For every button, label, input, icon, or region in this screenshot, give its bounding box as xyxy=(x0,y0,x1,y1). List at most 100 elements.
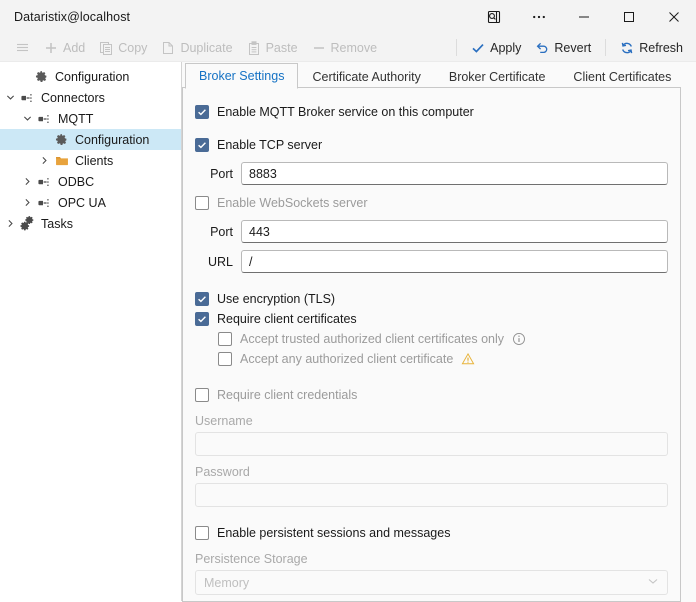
enable-persistence-checkbox[interactable] xyxy=(195,526,209,540)
use-tls-row[interactable]: Use encryption (TLS) xyxy=(195,289,668,309)
tab-broker-settings[interactable]: Broker Settings xyxy=(185,63,299,89)
remove-label: Remove xyxy=(330,40,378,55)
chevron-right-icon[interactable] xyxy=(36,156,52,165)
chevron-down-icon[interactable] xyxy=(19,114,35,123)
chevron-down-icon xyxy=(647,575,659,590)
copy-icon xyxy=(99,41,113,55)
tab-label: Client Certificates xyxy=(573,69,672,84)
password-input[interactable] xyxy=(195,483,668,507)
paste-icon xyxy=(247,40,261,55)
apply-label: Apply xyxy=(490,40,522,55)
tcp-port-row: Port xyxy=(195,162,668,185)
plug-icon xyxy=(35,196,54,210)
main-panel: Broker Settings Certificate Authority Br… xyxy=(182,62,696,602)
ws-port-row: Port xyxy=(195,220,668,243)
chevron-down-icon[interactable] xyxy=(2,93,18,102)
close-button[interactable] xyxy=(651,0,696,34)
persistence-storage-select[interactable]: Memory xyxy=(195,570,668,595)
copy-button[interactable]: Copy xyxy=(92,36,154,60)
chevron-right-icon[interactable] xyxy=(19,177,35,186)
refresh-icon xyxy=(620,41,634,55)
accept-any-checkbox[interactable] xyxy=(218,352,232,366)
ws-url-row: URL xyxy=(195,250,668,273)
enable-persistence-row[interactable]: Enable persistent sessions and messages xyxy=(195,523,668,543)
enable-tcp-row[interactable]: Enable TCP server xyxy=(195,135,668,155)
more-options-button[interactable] xyxy=(516,0,561,34)
minimize-button[interactable] xyxy=(561,0,606,34)
gear-icon xyxy=(52,133,71,146)
warning-icon[interactable] xyxy=(461,352,475,366)
require-client-certs-checkbox[interactable] xyxy=(195,312,209,326)
accept-trusted-only-label: Accept trusted authorized client certifi… xyxy=(240,332,505,346)
plug-icon xyxy=(35,175,54,189)
tasks-icon xyxy=(18,216,37,231)
tab-client-certificates[interactable]: Client Certificates xyxy=(559,63,685,89)
plus-icon xyxy=(44,41,58,55)
require-credentials-row[interactable]: Require client credentials xyxy=(195,385,668,405)
persistence-storage-value: Memory xyxy=(204,575,250,590)
require-client-certs-row[interactable]: Require client certificates xyxy=(195,309,668,329)
copy-label: Copy xyxy=(118,40,148,55)
add-button[interactable]: Add xyxy=(37,36,92,60)
enable-websockets-row[interactable]: Enable WebSockets server xyxy=(195,193,668,213)
tree-item-mqtt[interactable]: MQTT xyxy=(0,108,181,129)
tree-item-odbc[interactable]: ODBC xyxy=(0,171,181,192)
tab-certificate-authority[interactable]: Certificate Authority xyxy=(298,63,434,89)
accept-any-row[interactable]: Accept any authorized client certificate xyxy=(218,349,668,369)
enable-tcp-label: Enable TCP server xyxy=(217,138,323,152)
tree-item-configuration-root[interactable]: Configuration xyxy=(0,66,181,87)
tab-broker-certificate[interactable]: Broker Certificate xyxy=(435,63,560,89)
panel-scroll-gutter[interactable] xyxy=(681,87,696,602)
accept-any-label: Accept any authorized client certificate xyxy=(240,352,454,366)
tree-item-clients[interactable]: Clients xyxy=(0,150,181,171)
chevron-right-icon[interactable] xyxy=(19,198,35,207)
tree-item-opc-ua[interactable]: OPC UA xyxy=(0,192,181,213)
hamburger-menu-button[interactable] xyxy=(8,36,37,60)
toolbar: Add Copy Duplicate Paste Remove Apply Re… xyxy=(0,34,696,62)
enable-websockets-checkbox[interactable] xyxy=(195,196,209,210)
ws-url-input[interactable] xyxy=(241,250,668,273)
tree-item-label: OPC UA xyxy=(58,195,106,210)
require-client-certs-label: Require client certificates xyxy=(217,312,357,326)
enable-broker-row[interactable]: Enable MQTT Broker service on this compu… xyxy=(195,102,668,122)
username-input[interactable] xyxy=(195,432,668,456)
require-credentials-checkbox[interactable] xyxy=(195,388,209,402)
paste-button[interactable]: Paste xyxy=(240,36,305,60)
tree-item-connectors[interactable]: Connectors xyxy=(0,87,181,108)
tree-item-label: MQTT xyxy=(58,111,94,126)
tree-item-mqtt-configuration[interactable]: Configuration xyxy=(0,129,181,150)
accept-trusted-only-row[interactable]: Accept trusted authorized client certifi… xyxy=(218,329,668,349)
tree-item-tasks[interactable]: Tasks xyxy=(0,213,181,234)
chevron-right-icon[interactable] xyxy=(2,219,18,228)
plug-icon xyxy=(35,112,54,126)
tab-label: Broker Settings xyxy=(199,69,285,83)
tcp-port-input[interactable] xyxy=(241,162,668,185)
ws-url-label: URL xyxy=(207,254,233,269)
ws-port-input[interactable] xyxy=(241,220,668,243)
username-label: Username xyxy=(195,414,253,428)
minus-icon xyxy=(312,41,326,55)
use-tls-label: Use encryption (TLS) xyxy=(217,292,336,306)
toolbar-divider-1 xyxy=(456,39,458,56)
search-panel-icon[interactable] xyxy=(471,0,516,34)
remove-button[interactable]: Remove xyxy=(305,36,385,60)
refresh-button[interactable]: Refresh xyxy=(613,36,690,60)
revert-button[interactable]: Revert xyxy=(528,36,598,60)
info-icon[interactable] xyxy=(512,332,526,346)
content-area: Configuration Connectors MQTT Configurat… xyxy=(0,62,696,602)
duplicate-button[interactable]: Duplicate xyxy=(154,36,239,60)
undo-icon xyxy=(535,41,549,55)
accept-trusted-only-checkbox[interactable] xyxy=(218,332,232,346)
enable-tcp-checkbox[interactable] xyxy=(195,138,209,152)
maximize-button[interactable] xyxy=(606,0,651,34)
apply-button[interactable]: Apply xyxy=(464,36,528,60)
enable-broker-checkbox[interactable] xyxy=(195,105,209,119)
tree-item-label: Tasks xyxy=(41,216,73,231)
use-tls-checkbox[interactable] xyxy=(195,292,209,306)
tree-item-label: Configuration xyxy=(55,69,130,84)
tree-item-label: ODBC xyxy=(58,174,95,189)
duplicate-label: Duplicate xyxy=(180,40,233,55)
